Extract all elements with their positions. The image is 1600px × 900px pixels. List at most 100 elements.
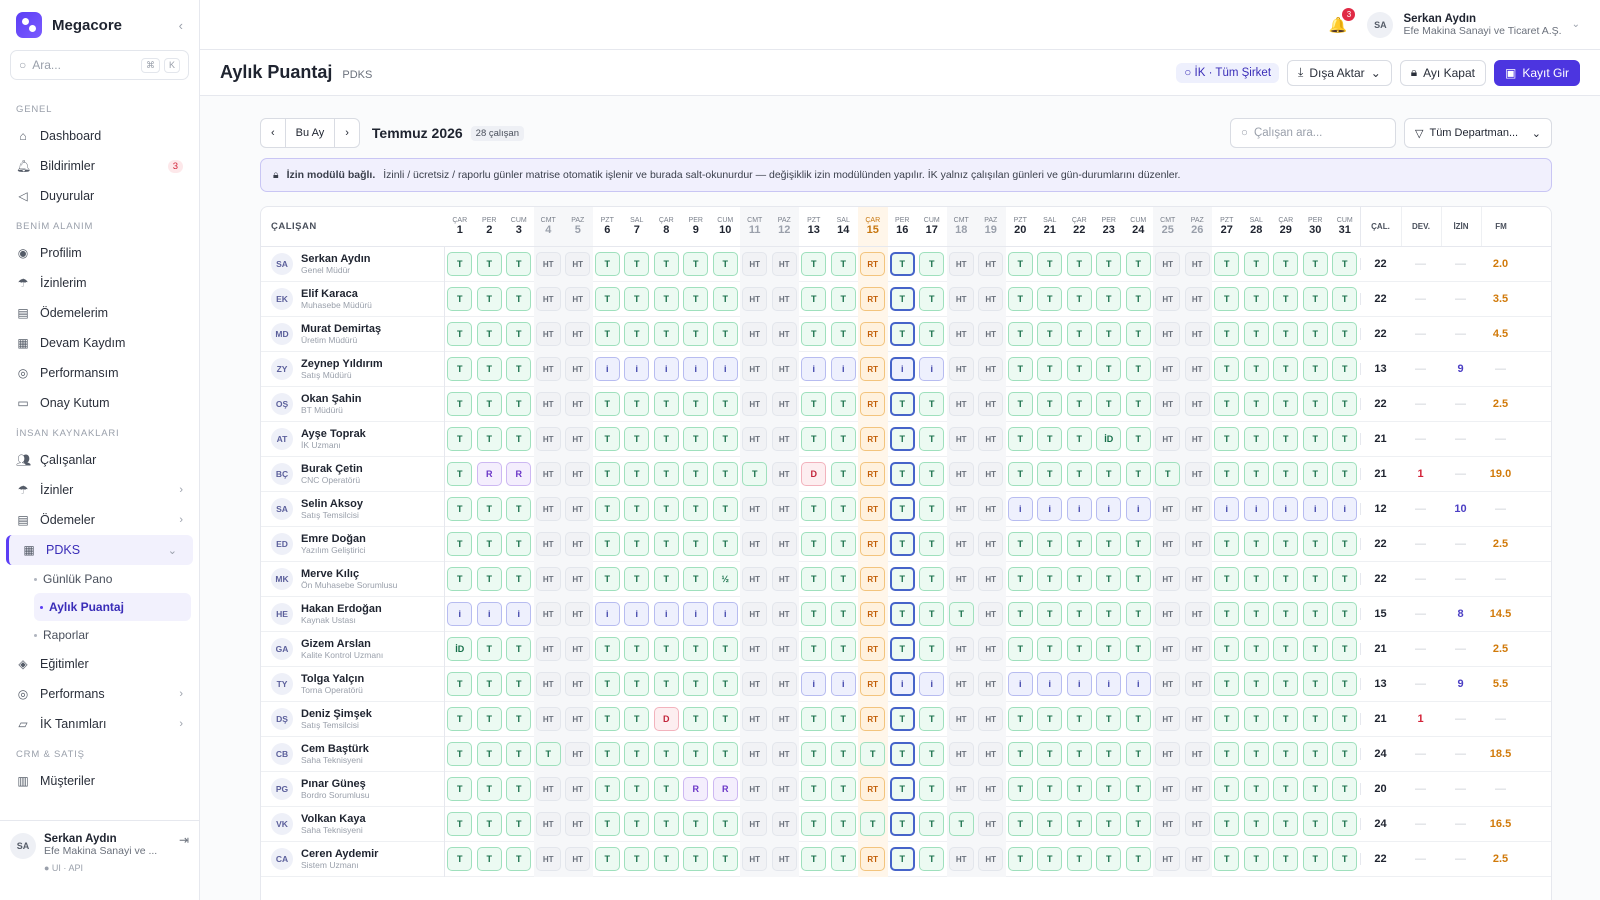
day-cell[interactable]: i xyxy=(622,352,652,387)
day-cell[interactable]: HT xyxy=(563,631,593,667)
day-cell[interactable]: RT xyxy=(858,526,888,562)
day-cell[interactable]: T xyxy=(1065,422,1095,457)
day-cell[interactable]: HT xyxy=(976,491,1006,527)
day-cell[interactable]: T xyxy=(1065,387,1095,422)
day-cell[interactable]: T xyxy=(888,772,918,807)
day-cell[interactable]: HT xyxy=(769,736,799,772)
day-cell[interactable]: T xyxy=(652,842,682,877)
day-cell[interactable]: T xyxy=(445,317,475,352)
day-cell[interactable]: T xyxy=(1065,352,1095,387)
day-cell[interactable]: T xyxy=(917,282,947,317)
day-cell[interactable]: HT xyxy=(533,491,563,527)
day-cell[interactable]: HT xyxy=(533,281,563,317)
day-cell[interactable]: HT xyxy=(976,526,1006,562)
day-cell[interactable]: T xyxy=(533,736,563,772)
day-cell[interactable]: i xyxy=(681,352,711,387)
day-cell[interactable]: HT xyxy=(1182,771,1212,807)
day-cell[interactable]: T xyxy=(858,736,888,772)
day-cell[interactable]: HT xyxy=(976,701,1006,737)
day-cell[interactable]: HT xyxy=(769,246,799,282)
day-cell[interactable]: RT xyxy=(858,316,888,352)
employee-cell[interactable]: DŞ Deniz Şimşek Satış Temsilcisi xyxy=(261,701,445,737)
day-cell[interactable]: HT xyxy=(946,491,976,527)
day-cell[interactable]: T xyxy=(1242,422,1272,457)
day-cell[interactable]: ½ xyxy=(711,562,741,597)
employee-cell[interactable]: VK Volkan Kaya Saha Teknisyeni xyxy=(261,806,445,842)
day-cell[interactable]: HT xyxy=(1153,631,1183,667)
day-cell[interactable]: HT xyxy=(946,386,976,422)
day-cell[interactable]: HT xyxy=(1153,771,1183,807)
day-cell[interactable]: i xyxy=(622,597,652,632)
day-cell[interactable]: HT xyxy=(533,806,563,842)
day-cell[interactable]: HT xyxy=(740,526,770,562)
day-cell[interactable]: T xyxy=(1301,352,1331,387)
day-cell[interactable]: T xyxy=(1271,597,1301,632)
day-cell[interactable]: T xyxy=(799,562,829,597)
day-cell[interactable]: T xyxy=(1006,387,1036,422)
day-cell[interactable]: T xyxy=(1006,842,1036,877)
day-cell[interactable]: HT xyxy=(563,316,593,352)
day-cell[interactable]: T xyxy=(445,772,475,807)
day-cell[interactable]: T xyxy=(622,772,652,807)
day-cell[interactable]: HT xyxy=(946,351,976,387)
day-cell[interactable]: T xyxy=(1094,632,1124,667)
day-cell[interactable]: T xyxy=(504,632,534,667)
employee-cell[interactable]: SA Selin Aksoy Satış Temsilcisi xyxy=(261,491,445,527)
day-cell[interactable]: T xyxy=(681,527,711,562)
day-cell[interactable]: HT xyxy=(533,386,563,422)
day-cell[interactable]: RT xyxy=(858,701,888,737)
day-cell[interactable]: T xyxy=(1330,632,1360,667)
day-cell[interactable]: T xyxy=(829,317,859,352)
day-cell[interactable]: T xyxy=(593,667,623,702)
day-cell[interactable]: HT xyxy=(563,491,593,527)
entry-button[interactable]: ▣ Kayıt Gir xyxy=(1493,59,1580,86)
employee-cell[interactable]: OŞ Okan Şahin BT Müdürü xyxy=(261,386,445,422)
day-column-header[interactable]: SAL 28 xyxy=(1242,207,1272,246)
day-cell[interactable]: HT xyxy=(533,631,563,667)
day-cell[interactable]: RT xyxy=(858,456,888,492)
day-cell[interactable]: T xyxy=(1124,387,1154,422)
logout-icon[interactable]: ⇥ xyxy=(179,833,189,888)
day-cell[interactable]: T xyxy=(1212,667,1242,702)
day-cell[interactable]: i xyxy=(917,352,947,387)
day-cell[interactable]: HT xyxy=(1182,526,1212,562)
day-cell[interactable]: RT xyxy=(858,666,888,702)
day-cell[interactable]: T xyxy=(1006,597,1036,632)
day-cell[interactable]: T xyxy=(1124,772,1154,807)
day-cell[interactable]: HT xyxy=(740,666,770,702)
day-cell[interactable]: İD xyxy=(445,632,475,667)
day-cell[interactable]: T xyxy=(1271,352,1301,387)
day-cell[interactable]: HT xyxy=(533,456,563,492)
day-cell[interactable]: T xyxy=(475,702,505,737)
day-cell[interactable]: HT xyxy=(563,526,593,562)
day-cell[interactable]: T xyxy=(622,807,652,842)
day-cell[interactable]: T xyxy=(799,247,829,282)
day-cell[interactable]: T xyxy=(1124,247,1154,282)
day-cell[interactable]: T xyxy=(1124,527,1154,562)
day-cell[interactable]: T xyxy=(652,667,682,702)
employee-cell[interactable]: CB Cem Baştürk Saha Teknisyeni xyxy=(261,736,445,772)
day-cell[interactable]: R xyxy=(475,457,505,492)
day-cell[interactable]: T xyxy=(681,282,711,317)
subnav-item[interactable]: Aylık Puantaj xyxy=(34,593,191,621)
day-cell[interactable]: HT xyxy=(1182,561,1212,597)
day-cell[interactable]: T xyxy=(829,562,859,597)
day-cell[interactable]: T xyxy=(1065,702,1095,737)
day-cell[interactable]: HT xyxy=(1153,351,1183,387)
employee-cell[interactable]: ED Emre Doğan Yazılım Geliştirici xyxy=(261,526,445,562)
day-cell[interactable]: i xyxy=(917,667,947,702)
day-cell[interactable]: T xyxy=(1212,527,1242,562)
day-cell[interactable]: T xyxy=(1271,807,1301,842)
day-cell[interactable]: T xyxy=(888,737,918,772)
day-cell[interactable]: i xyxy=(888,667,918,702)
day-cell[interactable]: i xyxy=(593,597,623,632)
day-cell[interactable]: T xyxy=(1330,527,1360,562)
day-cell[interactable]: T xyxy=(1065,807,1095,842)
day-cell[interactable]: T xyxy=(445,667,475,702)
day-cell[interactable]: T xyxy=(1271,317,1301,352)
day-cell[interactable]: i xyxy=(1006,667,1036,702)
day-cell[interactable]: HT xyxy=(769,316,799,352)
day-cell[interactable]: HT xyxy=(1153,736,1183,772)
day-cell[interactable]: T xyxy=(504,842,534,877)
day-cell[interactable]: i xyxy=(681,597,711,632)
